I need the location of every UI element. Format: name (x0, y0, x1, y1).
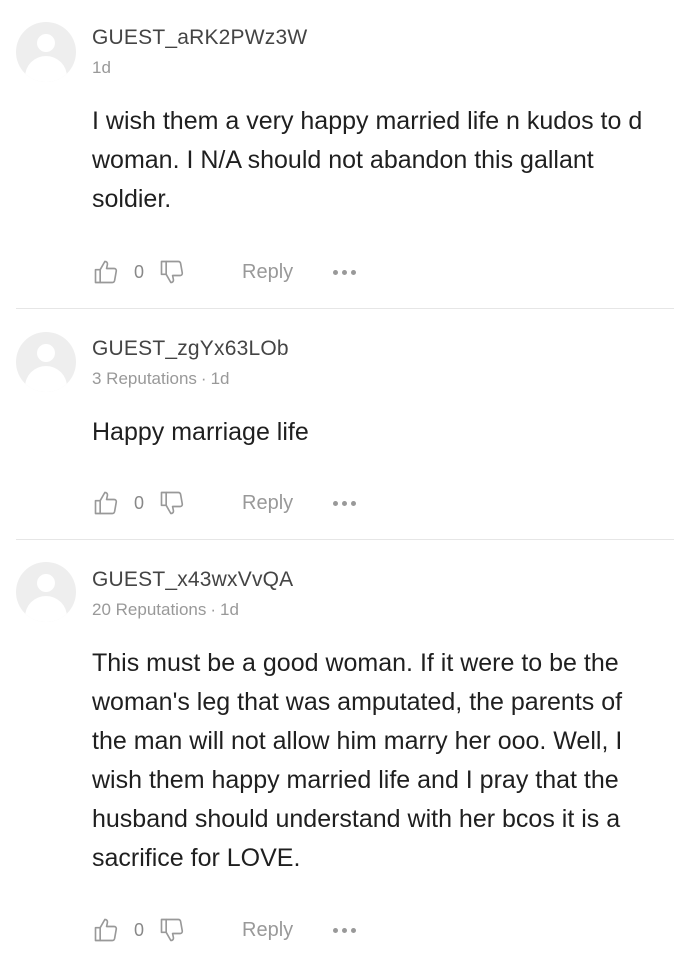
avatar-body (25, 596, 67, 622)
separator-dot: · (210, 600, 217, 619)
timestamp: 1d (220, 600, 239, 619)
comment-actions: 0 Reply (92, 488, 357, 518)
like-count: 0 (134, 919, 145, 940)
avatar[interactable] (16, 562, 76, 622)
comment-text: This must be a good woman. If it were to… (92, 649, 623, 872)
more-options-icon[interactable] (333, 927, 357, 933)
username[interactable]: GUEST_aRK2PWz3W (92, 26, 307, 50)
comment-subline: 20 Reputations · 1d (92, 600, 293, 620)
separator-dot: · (200, 369, 207, 388)
comment-subline: 3 Reputations · 1d (92, 369, 289, 389)
comment-text: I wish them a very happy married life n … (92, 107, 643, 213)
thumbs-up-icon[interactable] (92, 489, 120, 517)
more-options-icon[interactable] (333, 500, 357, 506)
thumbs-up-icon[interactable] (92, 916, 120, 944)
thumbs-down-icon[interactable] (158, 916, 186, 944)
reply-button[interactable]: Reply (242, 919, 293, 942)
avatar-body (25, 56, 67, 82)
avatar[interactable] (16, 332, 76, 392)
thumbs-down-icon[interactable] (158, 258, 186, 286)
username[interactable]: GUEST_x43wxVvQA (92, 568, 293, 592)
avatar[interactable] (16, 22, 76, 82)
reputation-count: 3 Reputations (92, 369, 197, 388)
comment-actions: 0 Reply (92, 915, 357, 945)
comment-item: GUEST_aRK2PWz3W 1d I wish them a very ha… (0, 0, 690, 308)
comment-meta: GUEST_aRK2PWz3W 1d (92, 26, 307, 78)
avatar-body (25, 366, 67, 392)
avatar-head (37, 574, 55, 592)
comment-subline: 1d (92, 58, 307, 78)
comment-item: GUEST_x43wxVvQA 20 Reputations · 1d This m… (0, 540, 690, 962)
like-count: 0 (134, 492, 145, 513)
thumbs-up-icon[interactable] (92, 258, 120, 286)
reply-button[interactable]: Reply (242, 261, 293, 284)
more-options-icon[interactable] (333, 269, 357, 275)
comment-meta: GUEST_zgYx63LOb 3 Reputations · 1d (92, 337, 289, 389)
username[interactable]: GUEST_zgYx63LOb (92, 337, 289, 361)
avatar-head (37, 34, 55, 52)
like-count: 0 (134, 261, 145, 282)
comment-meta: GUEST_x43wxVvQA 20 Reputations · 1d (92, 568, 293, 620)
comment-item: GUEST_zgYx63LOb 3 Reputations · 1d Happy m… (0, 309, 690, 539)
reputation-count: 20 Reputations (92, 600, 207, 619)
avatar-head (37, 344, 55, 362)
comment-text: Happy marriage life (92, 418, 309, 446)
timestamp: 1d (92, 58, 111, 77)
thumbs-down-icon[interactable] (158, 489, 186, 517)
comment-actions: 0 Reply (92, 257, 357, 287)
reply-button[interactable]: Reply (242, 492, 293, 515)
timestamp: 1d (210, 369, 230, 388)
